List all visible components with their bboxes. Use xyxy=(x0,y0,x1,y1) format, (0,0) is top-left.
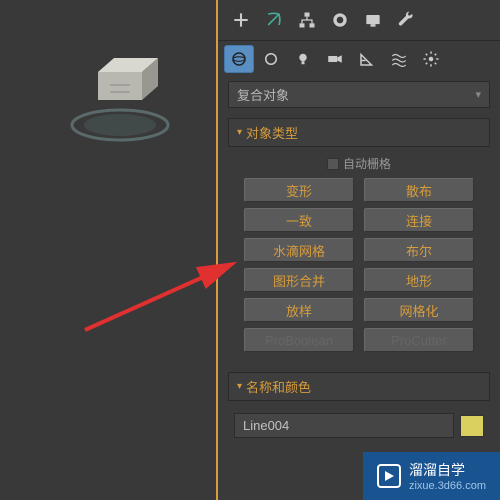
systems-category[interactable] xyxy=(416,45,446,73)
shapes-category[interactable] xyxy=(256,45,286,73)
modify-tab[interactable] xyxy=(259,6,289,34)
proboolean-button[interactable]: ProBoolean xyxy=(244,328,354,352)
helpers-category[interactable] xyxy=(352,45,382,73)
loft-button[interactable]: 放样 xyxy=(244,298,354,322)
spacewarps-category[interactable] xyxy=(384,45,414,73)
morph-button[interactable]: 变形 xyxy=(244,178,354,202)
shapemerge-button[interactable]: 图形合并 xyxy=(244,268,354,292)
autogrid-checkbox[interactable] xyxy=(327,158,339,170)
subcategory-dropdown[interactable]: 复合对象 xyxy=(228,81,490,108)
object-name-input[interactable] xyxy=(234,413,454,438)
geometry-category[interactable] xyxy=(224,45,254,73)
terrain-button[interactable]: 地形 xyxy=(364,268,474,292)
object-color-swatch[interactable] xyxy=(460,415,484,437)
cameras-category[interactable] xyxy=(320,45,350,73)
name-color-header[interactable]: 名称和颜色 xyxy=(228,372,490,401)
utilities-tab[interactable] xyxy=(391,6,421,34)
connect-button[interactable]: 连接 xyxy=(364,208,474,232)
hierarchy-tab[interactable] xyxy=(292,6,322,34)
motion-tab[interactable] xyxy=(325,6,355,34)
panel-tabs xyxy=(218,0,500,41)
conform-button[interactable]: 一致 xyxy=(244,208,354,232)
boolean-button[interactable]: 布尔 xyxy=(364,238,474,262)
blobmesh-button[interactable]: 水滴网格 xyxy=(244,238,354,262)
display-tab[interactable] xyxy=(358,6,388,34)
object-type-header[interactable]: 对象类型 xyxy=(228,118,490,147)
viewport[interactable] xyxy=(0,0,218,500)
watermark: 溜溜自学 zixue.3d66.com xyxy=(363,452,500,500)
play-icon xyxy=(377,464,401,488)
dropdown-label: 复合对象 xyxy=(237,85,289,104)
name-color-rollout: 名称和颜色 xyxy=(228,372,490,450)
command-panel: 复合对象 对象类型 自动栅格 变形 散布 一致 连接 水滴网格 布尔 图形合并 xyxy=(218,0,500,500)
watermark-url: zixue.3d66.com xyxy=(409,480,486,492)
procutter-button[interactable]: ProCutter xyxy=(364,328,474,352)
mesher-button[interactable]: 网格化 xyxy=(364,298,474,322)
lights-category[interactable] xyxy=(288,45,318,73)
watermark-brand: 溜溜自学 xyxy=(409,460,486,480)
object-type-rollout: 对象类型 自动栅格 变形 散布 一致 连接 水滴网格 布尔 图形合并 地形 放样 xyxy=(228,118,490,360)
scatter-button[interactable]: 散布 xyxy=(364,178,474,202)
autogrid-row: 自动栅格 xyxy=(232,155,486,172)
autogrid-label: 自动栅格 xyxy=(343,155,391,172)
create-tab[interactable] xyxy=(226,6,256,34)
viewport-object[interactable] xyxy=(60,40,180,160)
create-categories xyxy=(218,41,500,77)
